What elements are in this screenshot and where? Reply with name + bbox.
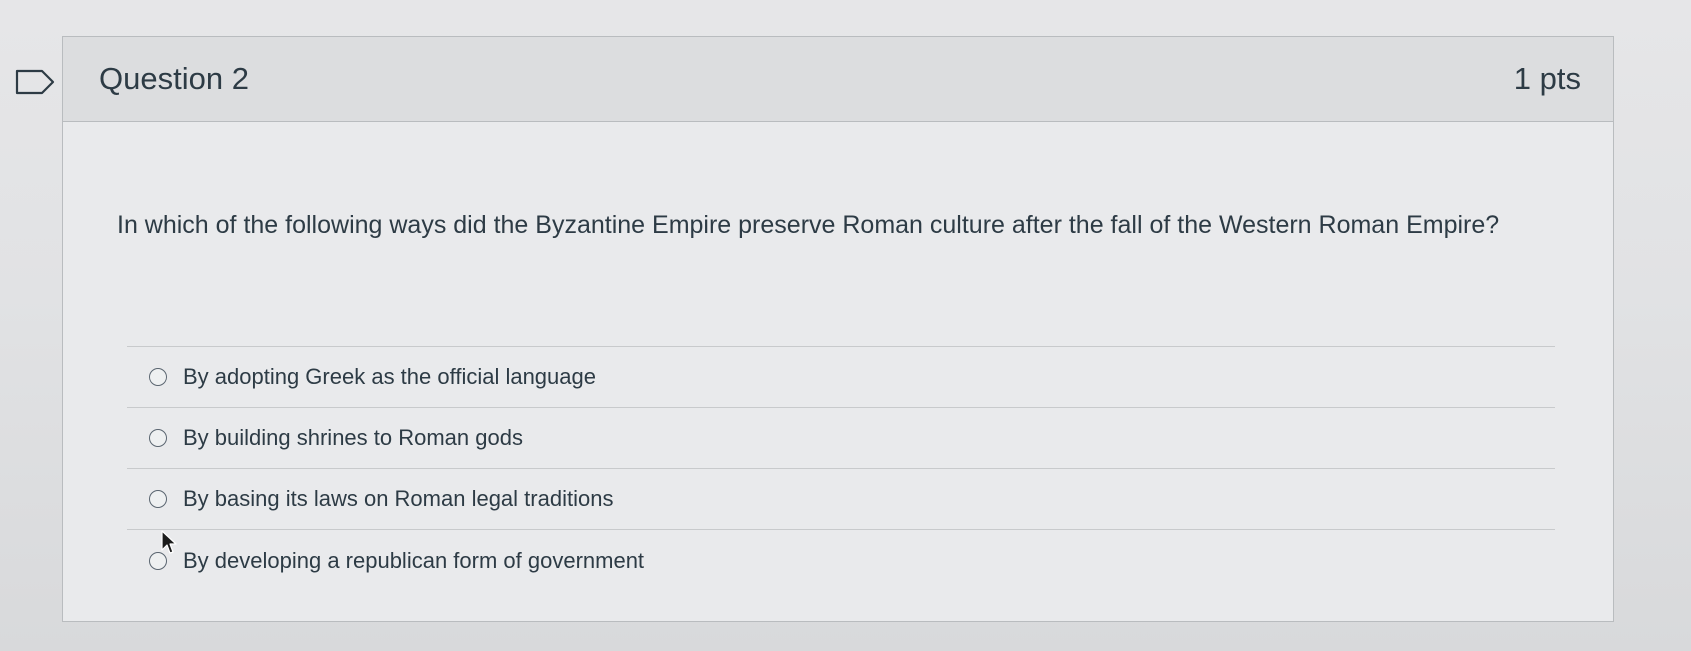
radio-button[interactable] — [149, 429, 167, 447]
question-title: Question 2 — [99, 61, 249, 96]
answer-list: By adopting Greek as the official langua… — [127, 346, 1555, 591]
answer-option-4[interactable]: By developing a republican form of gover… — [127, 530, 1555, 591]
question-body: In which of the following ways did the B… — [63, 122, 1613, 622]
answer-label: By building shrines to Roman gods — [183, 425, 523, 450]
flag-question-icon[interactable] — [14, 68, 56, 96]
question-points: 1 pts — [1513, 61, 1581, 96]
radio-button[interactable] — [149, 490, 167, 508]
radio-button[interactable] — [149, 368, 167, 386]
answer-label: By developing a republican form of gover… — [183, 547, 645, 573]
answer-label: By adopting Greek as the official langua… — [183, 364, 596, 389]
answer-option-2[interactable]: By building shrines to Roman gods — [127, 408, 1555, 469]
question-header: Question 2 1 pts — [63, 37, 1613, 122]
question-text: In which of the following ways did the B… — [117, 211, 1500, 239]
mouse-pointer-icon — [161, 530, 177, 554]
answer-option-3[interactable]: By basing its laws on Roman legal tradit… — [127, 469, 1555, 530]
answer-label: By basing its laws on Roman legal tradit… — [183, 486, 614, 511]
question-card: Question 2 1 pts In which of the followi… — [62, 36, 1614, 622]
answer-option-1[interactable]: By adopting Greek as the official langua… — [127, 347, 1555, 408]
